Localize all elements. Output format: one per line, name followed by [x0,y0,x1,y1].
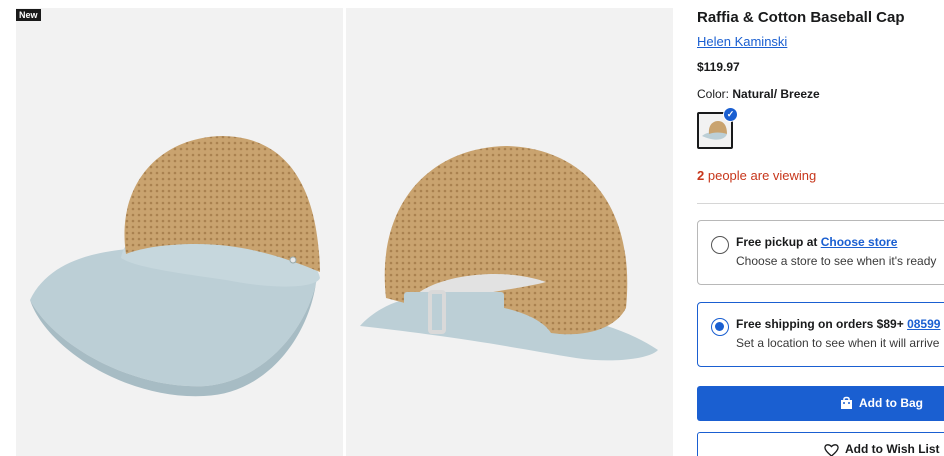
divider [697,203,944,204]
pickup-title-text: Free pickup at [736,235,818,249]
shipping-option[interactable]: Free shipping on orders $89+ 08599 Set a… [697,302,944,367]
choose-store-link[interactable]: Choose store [821,235,898,249]
product-image-back[interactable] [346,8,673,456]
radio-selected-dot [715,322,724,331]
shipping-title: Free shipping on orders $89+ 08599 [736,317,940,331]
viewers-count: 2 [697,168,705,183]
new-badge: New [16,9,41,21]
shopping-bag-icon [841,396,852,409]
zip-code-link[interactable]: 08599 [907,317,940,331]
cap-back-view-image [360,146,658,361]
pickup-title: Free pickup at Choose store [736,235,897,249]
viewers-notice: 2 people are viewing [697,168,816,183]
color-value: Natural/ Breeze [732,87,820,101]
brand-link[interactable]: Helen Kaminski [697,34,787,49]
product-info-panel: Raffia & Cotton Baseball Cap Helen Kamin… [697,0,944,456]
shipping-title-text: Free shipping on orders $89+ [736,317,904,331]
shipping-subtitle: Set a location to see when it will arriv… [736,336,940,350]
pickup-radio[interactable] [711,236,729,254]
add-to-bag-button[interactable]: Add to Bag [697,386,944,421]
cap-front-view-image [30,136,320,397]
heart-icon [824,444,839,456]
color-selector-label: Color: Natural/ Breeze [697,87,820,101]
product-price: $119.97 [697,60,740,74]
product-image-front[interactable] [16,8,343,456]
check-icon: ✓ [723,107,738,122]
pickup-subtitle: Choose a store to see when it's ready [736,254,937,268]
add-to-wishlist-label: Add to Wish List [845,442,940,456]
pickup-option[interactable]: Free pickup at Choose store Choose a sto… [697,220,944,285]
viewers-text: people are viewing [707,168,817,183]
add-to-bag-label: Add to Bag [859,396,923,410]
color-label: Color: [697,87,730,101]
product-gallery: New [0,0,680,456]
product-title: Raffia & Cotton Baseball Cap [697,9,905,26]
add-to-wishlist-button[interactable]: Add to Wish List [697,432,944,456]
shipping-radio[interactable] [711,318,729,336]
